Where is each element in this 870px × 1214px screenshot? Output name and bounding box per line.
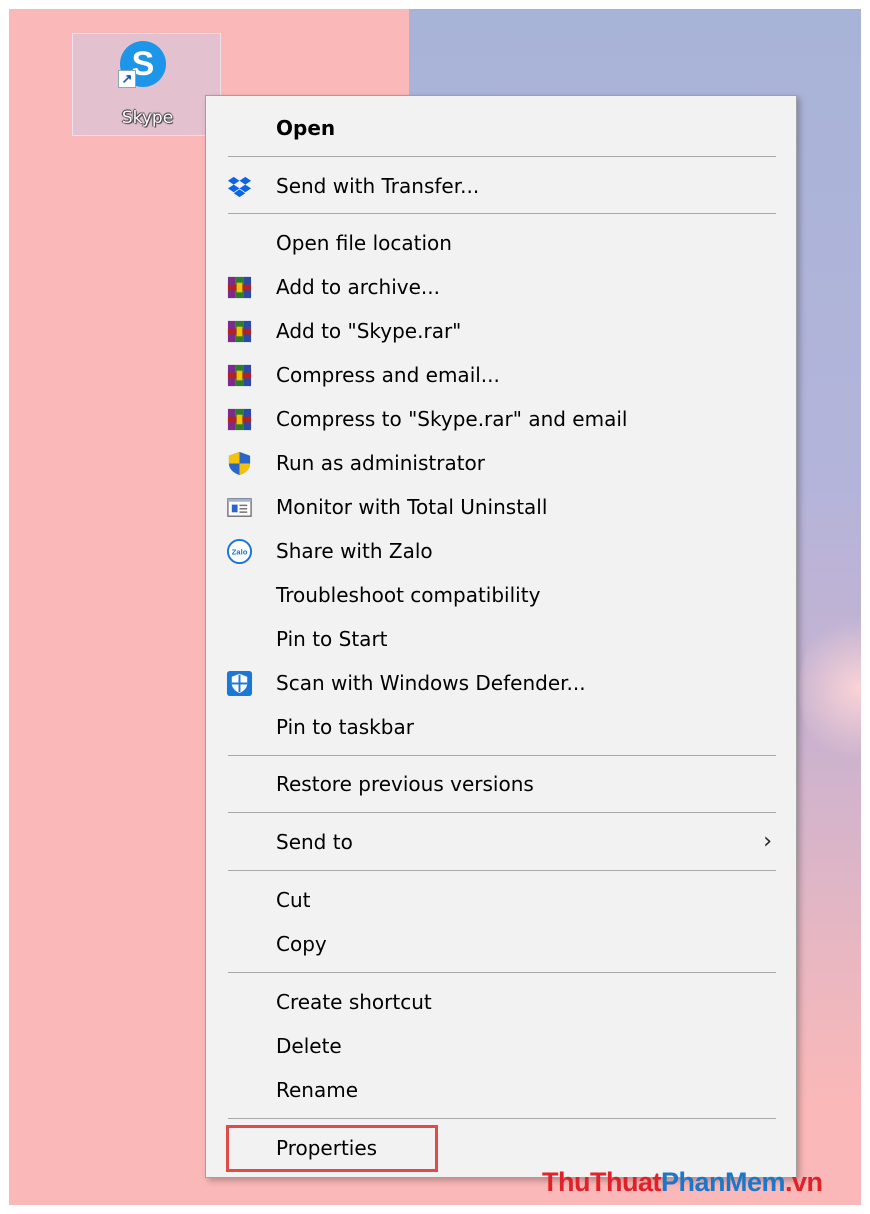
menu-item-cut[interactable]: Cut xyxy=(206,878,796,922)
menu-item-label: Send with Transfer... xyxy=(276,174,480,198)
menu-item-label: Restore previous versions xyxy=(276,772,534,796)
watermark-part-vn: .vn xyxy=(785,1167,823,1197)
menu-item-label: Properties xyxy=(276,1136,378,1160)
menu-separator xyxy=(228,812,776,813)
total-uninstall-icon xyxy=(227,498,252,517)
menu-item-label: Create shortcut xyxy=(276,990,432,1014)
watermark-part-thuthuat: ThuThuat xyxy=(542,1167,661,1197)
menu-item-create-shortcut[interactable]: Create shortcut xyxy=(206,980,796,1024)
windows-defender-icon xyxy=(226,670,253,697)
menu-item-compress-to-skype-rar-and-email[interactable]: Compress to "Skype.rar" and email xyxy=(206,397,796,441)
winrar-icon xyxy=(227,364,252,387)
menu-item-scan-with-windows-defender[interactable]: Scan with Windows Defender... xyxy=(206,661,796,705)
menu-item-label: Pin to Start xyxy=(276,627,388,651)
winrar-icon xyxy=(227,408,252,431)
menu-item-send-with-transfer[interactable]: Send with Transfer... xyxy=(206,164,796,208)
menu-item-restore-previous-versions[interactable]: Restore previous versions xyxy=(206,762,796,806)
dropbox-icon xyxy=(227,176,252,198)
menu-item-pin-to-start[interactable]: Pin to Start xyxy=(206,617,796,661)
menu-item-label: Scan with Windows Defender... xyxy=(276,671,586,695)
menu-separator xyxy=(228,213,776,214)
menu-item-label: Rename xyxy=(276,1078,359,1102)
context-menu: Open Send with Transfer... Open file loc… xyxy=(205,95,797,1178)
desktop-icon-label: Skype xyxy=(121,108,174,128)
menu-item-label: Cut xyxy=(276,888,311,912)
menu-item-label: Open file location xyxy=(276,231,452,255)
menu-item-label: Send to xyxy=(276,830,353,854)
menu-item-troubleshoot-compatibility[interactable]: Troubleshoot compatibility xyxy=(206,573,796,617)
menu-item-label: Troubleshoot compatibility xyxy=(276,583,541,607)
menu-item-label: Add to "Skype.rar" xyxy=(276,319,462,343)
menu-item-label: Monitor with Total Uninstall xyxy=(276,495,548,519)
menu-item-label: Run as administrator xyxy=(276,451,486,475)
menu-item-properties[interactable]: Properties xyxy=(206,1126,796,1170)
menu-item-run-as-administrator[interactable]: Run as administrator xyxy=(206,441,796,485)
menu-separator xyxy=(228,755,776,756)
menu-item-open[interactable]: Open xyxy=(206,106,796,150)
menu-item-label: Open xyxy=(276,116,336,140)
menu-item-send-to[interactable]: Send to › xyxy=(206,820,796,864)
menu-item-label: Compress to "Skype.rar" and email xyxy=(276,407,628,431)
menu-item-rename[interactable]: Rename xyxy=(206,1068,796,1112)
menu-item-label: Compress and email... xyxy=(276,363,500,387)
menu-separator xyxy=(228,870,776,871)
zalo-icon: Zalo xyxy=(226,538,253,565)
menu-separator xyxy=(228,972,776,973)
chevron-right-icon: › xyxy=(763,829,772,854)
winrar-icon xyxy=(227,276,252,299)
uac-shield-icon xyxy=(228,451,251,476)
menu-item-label: Delete xyxy=(276,1034,342,1058)
menu-item-pin-to-taskbar[interactable]: Pin to taskbar xyxy=(206,705,796,749)
menu-item-copy[interactable]: Copy xyxy=(206,922,796,966)
watermark-part-phanmem: PhanMem xyxy=(660,1167,786,1197)
menu-item-label: Add to archive... xyxy=(276,275,440,299)
shortcut-arrow-icon: ↗ xyxy=(118,70,136,88)
menu-separator xyxy=(228,156,776,157)
menu-item-delete[interactable]: Delete xyxy=(206,1024,796,1068)
menu-item-open-file-location[interactable]: Open file location xyxy=(206,221,796,265)
menu-item-monitor-with-total-uninstall[interactable]: Monitor with Total Uninstall xyxy=(206,485,796,529)
menu-separator xyxy=(228,1118,776,1119)
desktop-icon-skype[interactable]: S ↗ Skype xyxy=(72,33,221,136)
menu-item-label: Share with Zalo xyxy=(276,539,433,563)
menu-item-label: Pin to taskbar xyxy=(276,715,414,739)
svg-text:Zalo: Zalo xyxy=(232,547,248,556)
winrar-icon xyxy=(227,320,252,343)
menu-item-label: Copy xyxy=(276,932,327,956)
menu-item-add-to-archive[interactable]: Add to archive... xyxy=(206,265,796,309)
menu-item-share-with-zalo[interactable]: Zalo Share with Zalo xyxy=(206,529,796,573)
watermark-logo: ThuThuatPhanMem.vn xyxy=(542,1167,823,1198)
menu-item-compress-and-email[interactable]: Compress and email... xyxy=(206,353,796,397)
menu-item-add-to-skype-rar[interactable]: Add to "Skype.rar" xyxy=(206,309,796,353)
